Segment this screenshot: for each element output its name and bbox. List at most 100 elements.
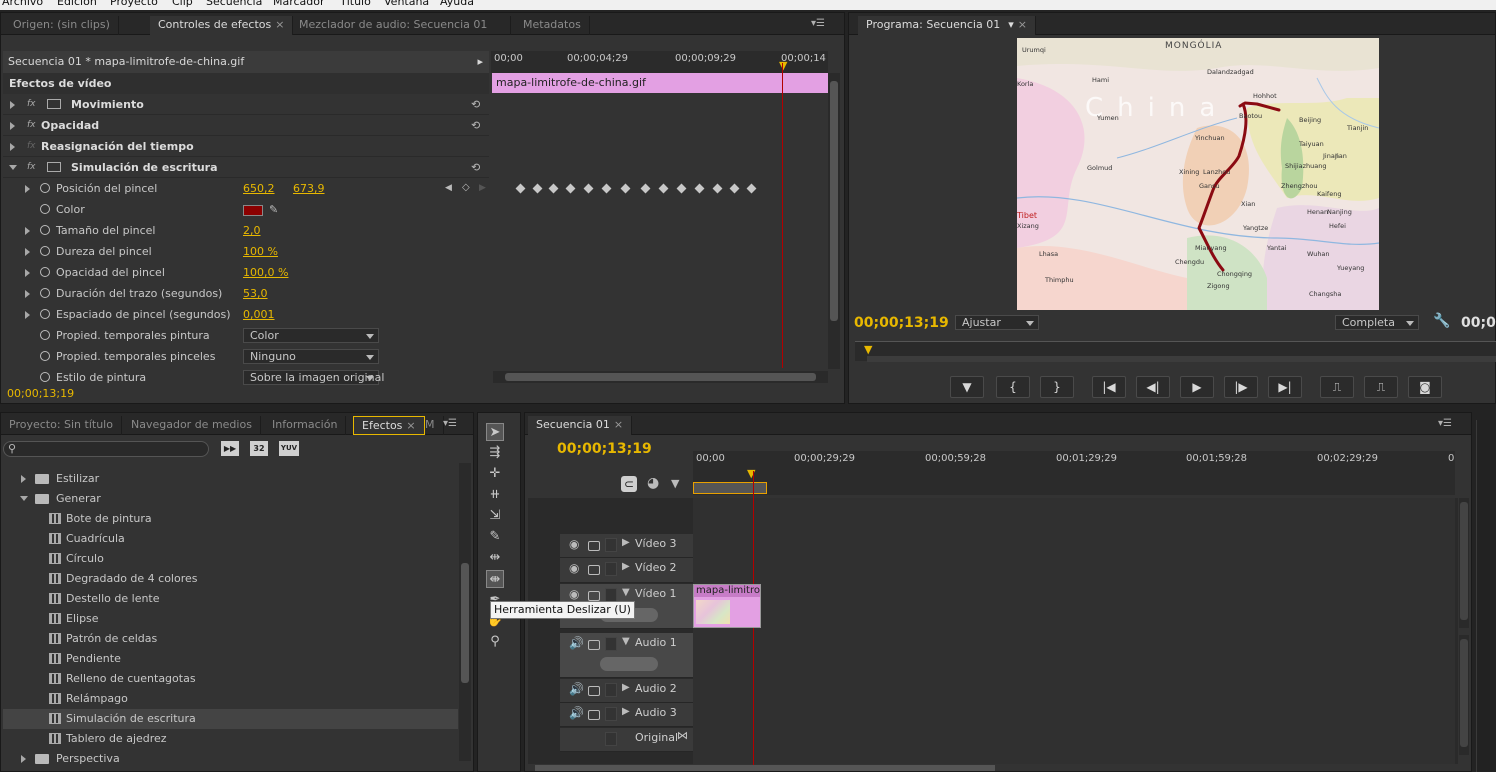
- sync-lock-icon[interactable]: [588, 565, 600, 575]
- track-header[interactable]: 🔊 ▶ Audio 3: [560, 703, 693, 727]
- motion-icon[interactable]: [47, 162, 61, 172]
- yuv-effects-icon[interactable]: YUV: [279, 441, 299, 456]
- param-row[interactable]: Estilo de pintura Sobre la imagen origina…: [3, 367, 489, 388]
- close-icon[interactable]: ×: [614, 418, 623, 431]
- tab-origen[interactable]: Origen: (sin clips): [5, 16, 119, 35]
- param-value[interactable]: 2,0: [243, 220, 261, 241]
- close-icon[interactable]: ×: [275, 18, 284, 31]
- param-dropdown[interactable]: Sobre la imagen original: [243, 370, 384, 385]
- effects-folder[interactable]: Generar: [3, 489, 458, 509]
- tab-efectos[interactable]: Efectos ×: [353, 416, 425, 435]
- expand-icon[interactable]: ▶: [622, 682, 630, 693]
- expand-icon[interactable]: [25, 185, 30, 193]
- effects-item[interactable]: Cuadrícula: [3, 529, 458, 549]
- ripple-edit-tool-icon[interactable]: ✛: [486, 465, 504, 483]
- wrench-icon[interactable]: 🔧: [1433, 313, 1450, 329]
- ec-timecode[interactable]: 00;00;13;19: [7, 387, 74, 400]
- sync-lock-icon[interactable]: [588, 541, 600, 551]
- original-icon[interactable]: ⋈: [677, 729, 688, 742]
- ec-ruler[interactable]: 00;00 00;00;04;29 00;00;09;29 00;00;14 ▼: [491, 51, 828, 73]
- speaker-icon[interactable]: 🔊: [569, 682, 584, 696]
- stopwatch-icon[interactable]: [40, 330, 50, 340]
- program-timecode[interactable]: 00;00;13;19: [854, 315, 949, 331]
- param-row[interactable]: Duración del trazo (segundos) 53,0: [3, 283, 489, 304]
- collapse-icon[interactable]: ▼: [622, 636, 630, 647]
- panel-menu-icon[interactable]: ▾☰: [1438, 418, 1454, 430]
- close-icon[interactable]: ×: [406, 419, 415, 432]
- effects-item[interactable]: Pendiente: [3, 649, 458, 669]
- tab-mezclador[interactable]: Mezclador de audio: Secuencia 01: [291, 16, 511, 35]
- menu-proyecto[interactable]: Proyecto: [110, 0, 158, 8]
- param-row[interactable]: Espaciado de pincel (segundos) 0,001: [3, 304, 489, 325]
- effects-scrollbar[interactable]: [459, 463, 471, 761]
- track-header[interactable]: ◉ ▶ Vídeo 3: [560, 534, 693, 558]
- quality-dropdown[interactable]: Completa: [1335, 315, 1419, 330]
- stopwatch-icon[interactable]: [40, 225, 50, 235]
- speaker-icon[interactable]: 🔊: [569, 636, 584, 650]
- effects-item[interactable]: Relámpago: [3, 689, 458, 709]
- effects-item[interactable]: Patrón de celdas: [3, 629, 458, 649]
- eye-icon[interactable]: ◉: [569, 587, 579, 601]
- mark-out-button[interactable]: }: [1040, 376, 1074, 398]
- param-value-2[interactable]: 673,9: [293, 178, 325, 199]
- lock-toggle[interactable]: [605, 732, 617, 746]
- timeline-ruler[interactable]: 00;00 00;00;29;29 00;00;59;28 00;01;29;2…: [693, 451, 1455, 495]
- track-header[interactable]: 🔊 ▼ Audio 1: [560, 633, 693, 678]
- slip-tool-icon[interactable]: ⇹: [486, 549, 504, 567]
- fit-dropdown[interactable]: Ajustar: [955, 315, 1039, 330]
- param-row[interactable]: Color ✎: [3, 199, 489, 220]
- sync-lock-icon[interactable]: [588, 640, 600, 650]
- tab-navegador[interactable]: Navegador de medios: [123, 416, 261, 435]
- reset-icon[interactable]: ⟲: [471, 157, 480, 178]
- add-marker-icon[interactable]: ◕: [647, 475, 659, 491]
- export-frame-button[interactable]: ◙: [1408, 376, 1442, 398]
- panel-menu-icon[interactable]: ▾☰: [811, 18, 827, 30]
- extract-button[interactable]: ⎍: [1364, 376, 1398, 398]
- timeline-h-scrollbar[interactable]: [535, 765, 995, 771]
- rate-stretch-tool-icon[interactable]: ⇲: [486, 507, 504, 525]
- expand-icon[interactable]: [25, 311, 30, 319]
- param-row[interactable]: Propied. temporales pintura Color: [3, 325, 489, 346]
- effects-item[interactable]: Círculo: [3, 549, 458, 569]
- menu-ventana[interactable]: Ventana: [384, 0, 429, 8]
- effects-item[interactable]: Elipse: [3, 609, 458, 629]
- ec-clip[interactable]: mapa-limitrofe-de-china.gif: [492, 73, 828, 93]
- stopwatch-icon[interactable]: [40, 351, 50, 361]
- lock-toggle[interactable]: [605, 588, 617, 602]
- param-value[interactable]: 0,001: [243, 304, 275, 325]
- effects-item[interactable]: Degradado de 4 colores: [3, 569, 458, 589]
- tab-programa[interactable]: Programa: Secuencia 01 ▾ ×: [858, 16, 1036, 35]
- speaker-icon[interactable]: 🔊: [569, 706, 584, 720]
- expand-icon[interactable]: [10, 122, 15, 130]
- expand-icon[interactable]: [25, 290, 30, 298]
- zoom-tool-icon[interactable]: ⚲: [486, 633, 504, 651]
- lock-toggle[interactable]: [605, 637, 617, 651]
- playhead-icon[interactable]: ▼: [779, 59, 787, 72]
- reset-icon[interactable]: ⟲: [471, 94, 480, 115]
- effects-folder[interactable]: Estilizar: [3, 469, 458, 489]
- ec-scrollbar[interactable]: [828, 73, 840, 369]
- lock-toggle[interactable]: [605, 707, 617, 721]
- razor-tool-icon[interactable]: ✎: [486, 528, 504, 546]
- expand-icon[interactable]: [25, 248, 30, 256]
- reset-icon[interactable]: ⟲: [471, 115, 480, 136]
- param-row[interactable]: Posición del pincel 650,2 673,9: [3, 178, 489, 199]
- effects-item[interactable]: Simulación de escritura: [3, 709, 458, 729]
- track-select-tool-icon[interactable]: ⇶: [486, 444, 504, 462]
- playhead-icon[interactable]: ▼: [747, 467, 755, 480]
- step-forward-button[interactable]: |▶: [1224, 376, 1258, 398]
- expand-icon[interactable]: ▶: [622, 706, 630, 717]
- collapse-icon[interactable]: ▼: [622, 587, 630, 598]
- param-value[interactable]: 100 %: [243, 241, 278, 262]
- param-dropdown[interactable]: Color: [243, 328, 379, 343]
- effects-item[interactable]: Relleno de cuentagotas: [3, 669, 458, 689]
- tab-informacion[interactable]: Información: [264, 416, 347, 435]
- param-row[interactable]: Opacidad del pincel 100,0 %: [3, 262, 489, 283]
- slide-tool-icon[interactable]: ⇼: [486, 570, 504, 588]
- menu-marcador[interactable]: Marcador: [273, 0, 325, 8]
- sync-lock-icon[interactable]: [588, 591, 600, 601]
- lock-toggle[interactable]: [605, 538, 617, 552]
- collapse-icon[interactable]: [9, 165, 17, 170]
- ec-h-scrollbar[interactable]: [493, 371, 828, 383]
- work-area-bar[interactable]: [693, 482, 767, 494]
